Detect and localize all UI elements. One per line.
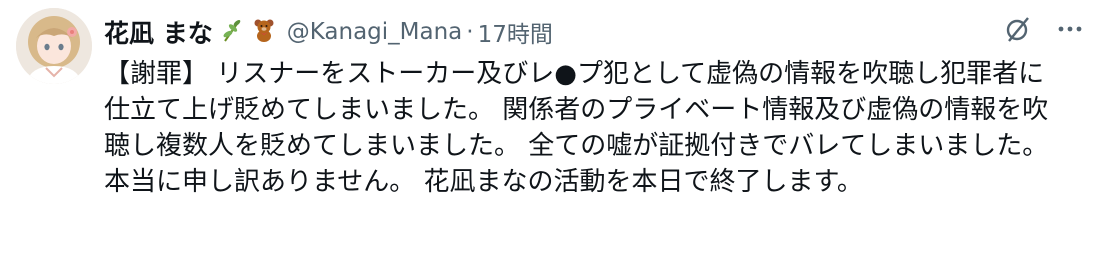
more-options-icon[interactable]	[1055, 14, 1085, 48]
user-handle[interactable]: @Kanagi_Mana	[287, 19, 463, 45]
seedling-emoji-icon	[219, 17, 245, 47]
tweet-text: 【謝罪】 リスナーをストーカー及びレ●プ犯として虚偽の情報を吹聴し犯罪者に仕立て…	[104, 59, 1049, 197]
tweet-actions	[1003, 14, 1085, 48]
teddy-bear-emoji-icon	[251, 17, 277, 47]
display-name[interactable]: 花凪 まな	[104, 14, 213, 50]
tweet-card: 花凪 まな @Kanagi_Mana · 17時間 【謝罪】 リスナーをストーカ…	[0, 0, 1099, 267]
timestamp[interactable]: 17時間	[478, 15, 553, 49]
grok-slash-icon[interactable]	[1003, 14, 1033, 48]
tweet-header: 花凪 まな @Kanagi_Mana · 17時間	[104, 12, 553, 52]
avatar[interactable]	[16, 8, 92, 84]
avatar-image	[16, 8, 92, 84]
separator-dot: ·	[466, 19, 474, 45]
